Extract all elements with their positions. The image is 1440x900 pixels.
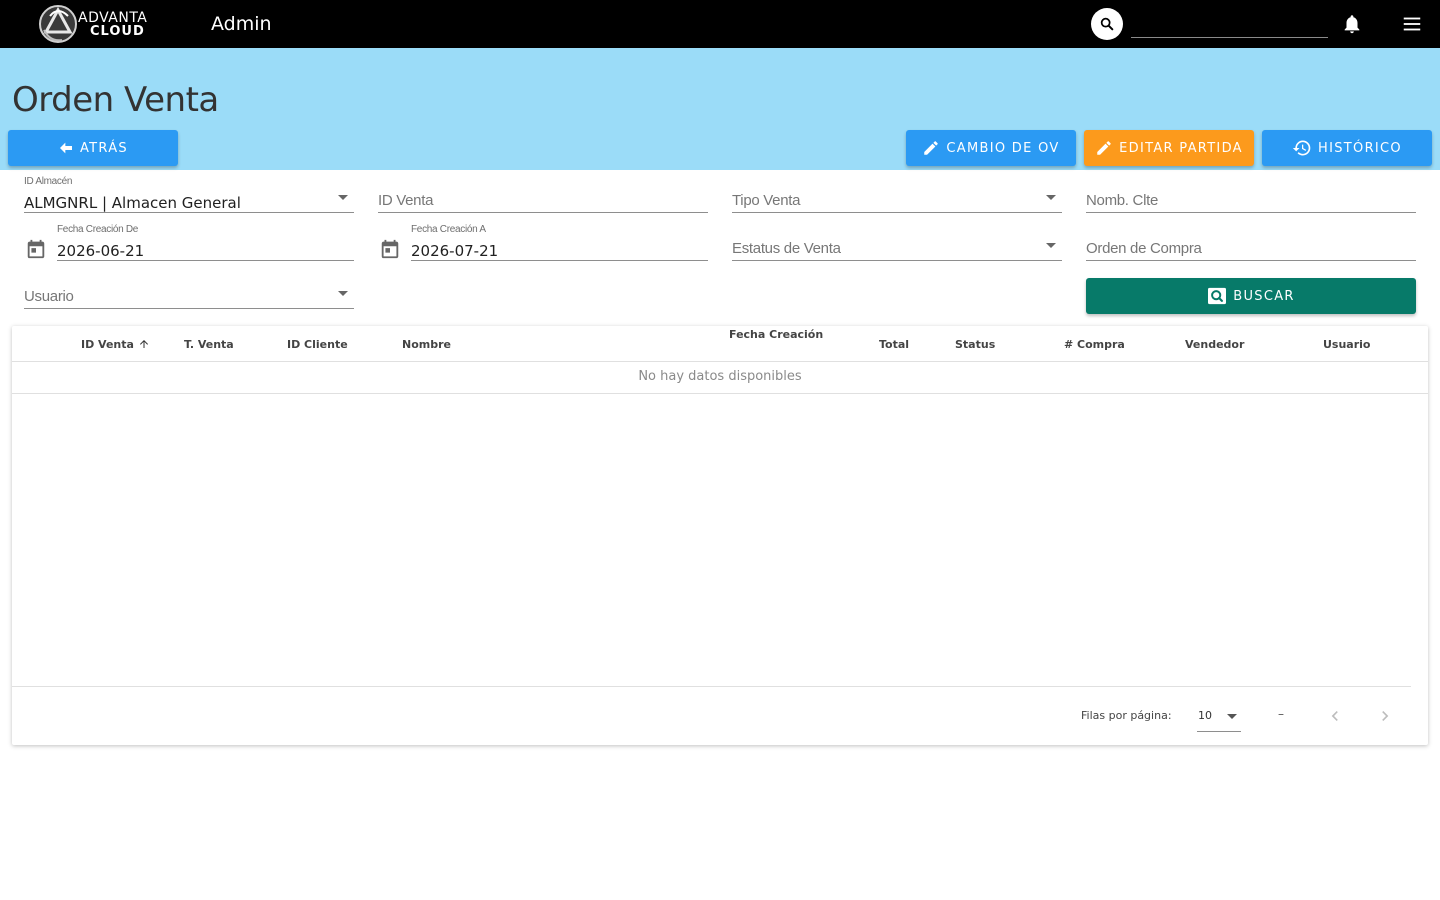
editar-partida-label: EDITAR PARTIDA: [1119, 140, 1243, 156]
chevron-right-icon: [1382, 711, 1389, 721]
search-input[interactable]: [1131, 10, 1328, 38]
search-box-icon: [1208, 287, 1227, 305]
cambio-de-ov-label: CAMBIO DE OV: [946, 140, 1060, 156]
results-table-card: ID Venta T. Venta ID Cliente Nombre Fech…: [12, 326, 1428, 745]
search-button[interactable]: [1091, 8, 1123, 40]
column-num-compra[interactable]: # Compra: [1064, 338, 1125, 351]
back-button[interactable]: ATRÁS: [8, 130, 178, 166]
notifications-bell-icon[interactable]: [1341, 12, 1363, 36]
chevron-down-icon: [338, 195, 348, 200]
column-total[interactable]: Total: [879, 338, 909, 351]
almacen-value: ALMGNRL | Almacen General: [24, 194, 241, 212]
history-icon: [1292, 140, 1311, 156]
calendar-icon[interactable]: [379, 238, 401, 260]
column-vendedor[interactable]: Vendedor: [1185, 338, 1244, 351]
calendar-icon[interactable]: [25, 238, 47, 260]
rows-per-page-value: 10: [1198, 709, 1212, 722]
page-title: Orden Venta: [12, 80, 219, 120]
empty-table-message: No hay datos disponibles: [12, 362, 1428, 394]
previous-page-button[interactable]: [1323, 704, 1347, 728]
logo-text-cloud: CLOUD: [90, 24, 145, 39]
column-id-venta-label: ID Venta: [81, 338, 134, 351]
column-id-cliente[interactable]: ID Cliente: [287, 338, 348, 351]
id-venta-placeholder: ID Venta: [378, 192, 434, 209]
cambio-de-ov-button[interactable]: CAMBIO DE OV: [906, 130, 1076, 166]
fecha-creacion-de-label: Fecha Creación De: [57, 224, 139, 235]
tipo-venta-placeholder: Tipo Venta: [732, 192, 801, 209]
search-icon: [1100, 17, 1114, 31]
back-button-label: ATRÁS: [80, 140, 128, 156]
chevron-down-icon: [1046, 243, 1056, 248]
chevron-down-icon: [338, 291, 348, 296]
chevron-down-icon: [1227, 714, 1237, 719]
fecha-creacion-a-label: Fecha Creación A: [411, 224, 486, 235]
table-footer-divider: [12, 686, 1411, 687]
app-title: Admin: [211, 13, 272, 35]
estatus-venta-select[interactable]: Estatus de Venta: [732, 221, 1062, 261]
rows-per-page-label: Filas por página:: [1081, 709, 1172, 722]
fecha-creacion-de-input[interactable]: Fecha Creación De 2026-06-21: [57, 221, 354, 261]
column-fecha-creacion[interactable]: Fecha Creación: [729, 328, 823, 341]
top-bar: ADVANTA CLOUD Admin: [0, 0, 1440, 48]
pencil-icon: [924, 141, 939, 155]
buscar-label: BUSCAR: [1233, 288, 1295, 304]
orden-compra-input[interactable]: Orden de Compra: [1086, 221, 1416, 261]
orden-compra-placeholder: Orden de Compra: [1086, 240, 1202, 257]
next-page-button[interactable]: [1373, 704, 1397, 728]
column-nombre[interactable]: Nombre: [402, 338, 451, 351]
id-venta-input[interactable]: ID Venta: [378, 173, 708, 213]
logo-emblem-icon: [39, 5, 77, 43]
historico-button[interactable]: HISTÓRICO: [1262, 130, 1432, 166]
nomb-clte-input[interactable]: Nomb. Clte: [1086, 173, 1416, 213]
buscar-button[interactable]: BUSCAR: [1086, 278, 1416, 314]
fecha-creacion-a-input[interactable]: Fecha Creación A 2026-07-21: [411, 221, 708, 261]
table-header: ID Venta T. Venta ID Cliente Nombre Fech…: [12, 326, 1428, 362]
nomb-clte-placeholder: Nomb. Clte: [1086, 192, 1159, 209]
almacen-label: ID Almacén: [24, 176, 73, 187]
chevron-down-icon: [1046, 195, 1056, 200]
pencil-icon: [1097, 141, 1111, 155]
column-usuario[interactable]: Usuario: [1323, 338, 1371, 351]
hamburger-menu-icon[interactable]: [1401, 13, 1423, 35]
column-id-venta[interactable]: ID Venta: [81, 338, 150, 351]
advanta-cloud-logo[interactable]: ADVANTA CLOUD: [36, 4, 166, 44]
chevron-left-icon: [1331, 711, 1338, 721]
column-status[interactable]: Status: [955, 338, 995, 351]
column-t-venta[interactable]: T. Venta: [184, 338, 234, 351]
fecha-creacion-de-value: 2026-06-21: [57, 242, 145, 260]
estatus-venta-placeholder: Estatus de Venta: [732, 240, 841, 257]
historico-label: HISTÓRICO: [1318, 140, 1402, 156]
pagination-range: –: [1278, 707, 1284, 721]
arrow-left-icon: [60, 142, 72, 154]
usuario-select[interactable]: Usuario: [24, 269, 354, 309]
usuario-placeholder: Usuario: [24, 288, 74, 305]
editar-partida-button[interactable]: EDITAR PARTIDA: [1084, 130, 1254, 166]
tipo-venta-select[interactable]: Tipo Venta: [732, 173, 1062, 213]
rows-per-page-select[interactable]: 10: [1197, 702, 1241, 732]
sort-arrow-up-icon: [139, 340, 148, 348]
almacen-select[interactable]: ID Almacén ALMGNRL | Almacen General: [24, 173, 354, 213]
fecha-creacion-a-value: 2026-07-21: [411, 242, 499, 260]
